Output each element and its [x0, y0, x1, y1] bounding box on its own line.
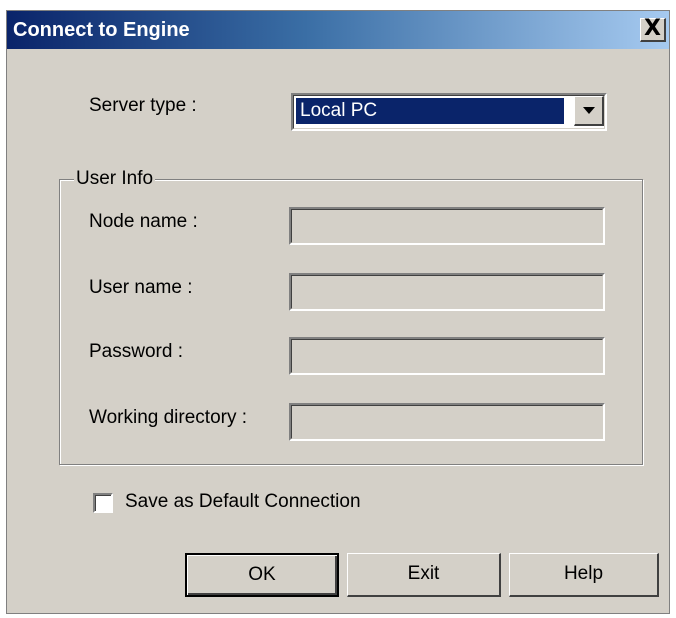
- save-default-label[interactable]: Save as Default Connection: [125, 491, 361, 513]
- password-label: Password :: [89, 341, 183, 362]
- working-directory-field[interactable]: [289, 403, 605, 441]
- user-info-legend: User Info: [74, 168, 156, 190]
- ok-button[interactable]: OK: [185, 553, 339, 597]
- connect-dialog: Connect to Engine X Server type : Local …: [6, 10, 670, 614]
- server-type-select[interactable]: Local PC: [291, 93, 607, 131]
- password-field[interactable]: [289, 337, 605, 375]
- user-name-field[interactable]: [289, 273, 605, 311]
- user-name-label: User name :: [89, 277, 193, 298]
- server-type-value: Local PC: [296, 98, 564, 124]
- working-directory-label: Working directory :: [89, 407, 248, 428]
- chevron-down-icon: [583, 107, 595, 114]
- help-button[interactable]: Help: [509, 553, 659, 597]
- node-name-field[interactable]: [289, 207, 605, 245]
- node-name-label: Node name :: [89, 211, 198, 232]
- dropdown-button[interactable]: [574, 96, 604, 126]
- exit-button[interactable]: Exit: [347, 553, 501, 597]
- title-bar[interactable]: Connect to Engine X: [7, 11, 669, 49]
- save-default-checkbox[interactable]: [93, 493, 113, 513]
- close-icon: X: [644, 16, 661, 41]
- close-button[interactable]: X: [640, 18, 666, 42]
- dialog-title: Connect to Engine: [13, 19, 190, 41]
- server-type-label: Server type :: [89, 95, 197, 116]
